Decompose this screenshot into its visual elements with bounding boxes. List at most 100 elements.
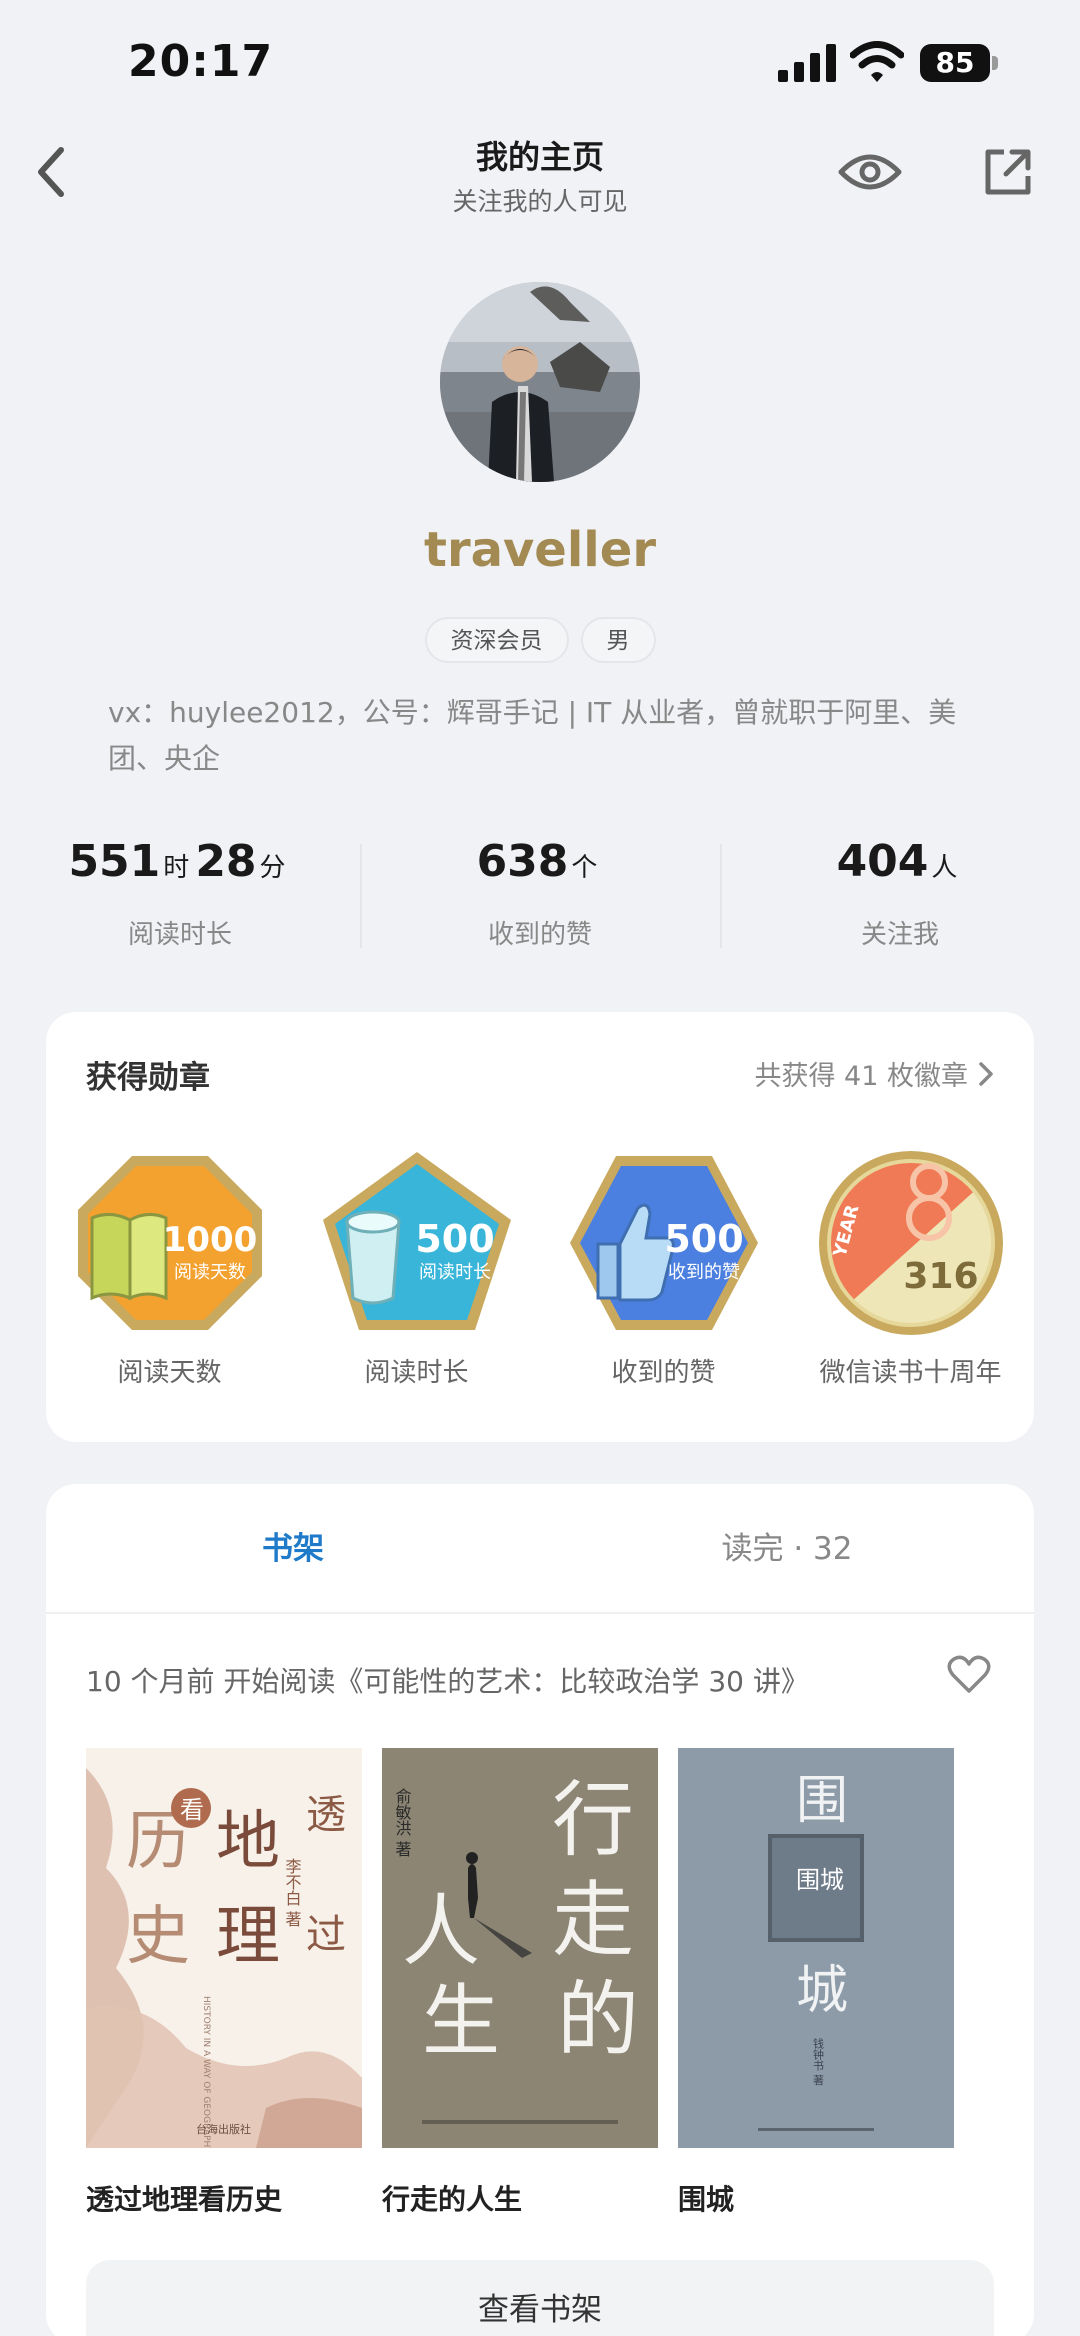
stat-followers-value: 404 人 [720, 836, 1080, 902]
medal-anniversary[interactable]: YEAR 316 微信读书十周年 [787, 1148, 1034, 1389]
book-cover-art: 历 史 地 理 透 过 看 李不白 著 HISTORY IN A WAY OF … [86, 1748, 362, 2148]
medal-3-number: 500 [664, 1217, 743, 1261]
medal-count-text: 共获得 41 枚徽章 [754, 1061, 968, 1092]
cover-char-kan: 看 [180, 1796, 204, 1824]
reading-minutes-unit: 分 [259, 853, 286, 883]
cover-char-di: 地 [216, 1805, 280, 1879]
cover-author: 李不白 著 [283, 1858, 302, 1927]
reading-hours: 551 [68, 836, 161, 887]
medal-4-number: 316 [903, 1256, 978, 1297]
like-button[interactable] [944, 1652, 994, 1698]
cover-char-xing: 行 [552, 1773, 634, 1868]
page-subtitle: 关注我的人可见 [452, 187, 628, 216]
stat-followers[interactable]: 404 人 关注我 [720, 836, 1080, 956]
view-bookshelf-button[interactable]: 查看书架 [86, 2260, 994, 2336]
cover-title-small: 围城 [796, 1866, 844, 1894]
medal-1-name: 阅读天数 [117, 1358, 222, 1388]
page-title: 我的主页 [475, 138, 604, 176]
battery-tip [992, 56, 998, 70]
book-item[interactable]: 行 走 的 人 生 俞敏洪 著 行走的人生 [382, 1748, 658, 2218]
status-time: 20:17 [128, 36, 274, 87]
cover-char-tou: 透 [306, 1792, 346, 1838]
medal-2-caption: 阅读时长 [419, 1262, 491, 1283]
medal-2-number: 500 [415, 1217, 494, 1261]
stat-followers-label: 关注我 [860, 920, 939, 950]
cover-char-sheng: 生 [422, 1977, 500, 2067]
cover-char-de: 的 [557, 1973, 639, 2068]
back-button[interactable] [22, 140, 78, 204]
username: traveller [424, 522, 656, 578]
wifi-icon [850, 41, 904, 82]
stat-reading-time-label: 阅读时长 [127, 920, 232, 950]
book-cover-art: 围 围城 城 钱钟书 著 [678, 1748, 954, 2148]
profile-tags: 资深会员 男 [0, 617, 1080, 663]
signal-icon [778, 44, 836, 82]
medal-reading-time[interactable]: 500 阅读时长 阅读时长 [293, 1148, 540, 1389]
medal-more-link[interactable]: 共获得 41 枚徽章 [754, 1054, 994, 1093]
medal-3-name: 收到的赞 [611, 1358, 716, 1388]
likes-unit: 个 [571, 853, 598, 883]
battery-level: 85 [920, 44, 990, 82]
medal-row: 1000 阅读天数 阅读天数 500 阅读时长 阅读时长 500 收到的赞 收到… [46, 1148, 1034, 1389]
stat-reading-time-value: 551 时 28 分 [0, 836, 360, 902]
stats-row: 551 时 28 分 阅读时长 638 个 收到的赞 404 人 关注我 [0, 836, 1080, 956]
cover-char-cheng: 城 [796, 1961, 848, 2021]
stat-likes[interactable]: 638 个 收到的赞 [360, 836, 720, 956]
chevron-right-icon [979, 1061, 993, 1086]
stat-likes-label: 收到的赞 [487, 920, 592, 950]
cover-author: 俞敏洪 著 [393, 1788, 412, 1857]
medal-card: 获得勋章 共获得 41 枚徽章 1000 阅读天数 阅读天数 500 阅读时长 … [46, 1012, 1034, 1442]
book-item[interactable]: 围 围城 城 钱钟书 著 围城 [678, 1748, 954, 2218]
medal-4-name: 微信读书十周年 [819, 1358, 1002, 1388]
cover-char-wei: 围 [796, 1771, 848, 1831]
share-button[interactable] [976, 140, 1040, 204]
battery-icon: 85 [920, 44, 998, 82]
anniversary-medal-icon: YEAR 316 [818, 1151, 1003, 1335]
chevron-left-icon [38, 147, 64, 197]
cover-char-shi: 史 [126, 1900, 190, 1974]
status-bar: 20:17 85 [0, 0, 1080, 120]
share-icon [985, 149, 1031, 195]
book-list: 历 史 地 理 透 过 看 李不白 著 HISTORY IN A WAY OF … [86, 1748, 954, 2218]
book-title: 透过地理看历史 [86, 2183, 283, 2216]
visibility-button[interactable] [836, 140, 904, 204]
reading-hours-unit: 时 [163, 853, 190, 883]
medal-1-caption: 阅读天数 [174, 1262, 246, 1283]
book-title: 围城 [678, 2183, 735, 2216]
book-cover-art: 行 走 的 人 生 俞敏洪 著 [382, 1748, 658, 2148]
avatar[interactable] [440, 282, 640, 482]
reading-activity[interactable]: 10 个月前 开始阅读《可能性的艺术：比较政治学 30 讲》 [86, 1660, 946, 1700]
tab-finished[interactable]: 读完 · 32 [540, 1484, 1034, 1612]
cover-author: 钱钟书 著 [812, 2037, 825, 2086]
avatar-photo [440, 282, 640, 482]
medal-reading-days[interactable]: 1000 阅读天数 阅读天数 [46, 1148, 293, 1389]
book-cover: 历 史 地 理 透 过 看 李不白 著 HISTORY IN A WAY OF … [86, 1748, 362, 2148]
bookshelf-card: 书架 读完 · 32 10 个月前 开始阅读《可能性的艺术：比较政治学 30 讲… [46, 1484, 1034, 2336]
eye-icon [838, 154, 902, 190]
cover-char-li2: 理 [216, 1900, 280, 1974]
cover-char-guo: 过 [306, 1912, 346, 1958]
heart-icon [947, 1655, 991, 1693]
tag-membership: 资深会员 [424, 617, 569, 663]
cup-medal-icon: 500 阅读时长 [322, 1152, 511, 1330]
likes-count: 638 [476, 836, 569, 887]
medal-3-caption: 收到的赞 [668, 1262, 740, 1283]
book-medal-icon: 1000 阅读天数 [77, 1156, 262, 1330]
medal-likes[interactable]: 500 收到的赞 收到的赞 [540, 1148, 787, 1389]
followers-count: 404 [836, 836, 929, 887]
stat-reading-time[interactable]: 551 时 28 分 阅读时长 [0, 836, 360, 956]
book-cover: 围 围城 城 钱钟书 著 [678, 1748, 954, 2148]
stat-likes-value: 638 个 [360, 836, 720, 902]
book-title: 行走的人生 [382, 2183, 523, 2216]
cover-publisher: 台海出版社 [196, 2122, 251, 2136]
thumbs-up-medal-icon: 500 收到的赞 [569, 1156, 758, 1330]
shelf-tabs: 书架 读完 · 32 [46, 1484, 1034, 1614]
tag-gender: 男 [580, 617, 656, 663]
tab-bookshelf[interactable]: 书架 [46, 1484, 540, 1612]
reading-minutes: 28 [195, 836, 257, 887]
book-item[interactable]: 历 史 地 理 透 过 看 李不白 著 HISTORY IN A WAY OF … [86, 1748, 362, 2218]
followers-unit: 人 [931, 853, 958, 883]
cover-char-zou: 走 [552, 1873, 634, 1968]
profile-bio: vx：huylee2012，公号：辉哥手记 | IT 从业者，曾就职于阿里、美团… [108, 696, 957, 775]
medal-2-name: 阅读时长 [364, 1358, 469, 1388]
